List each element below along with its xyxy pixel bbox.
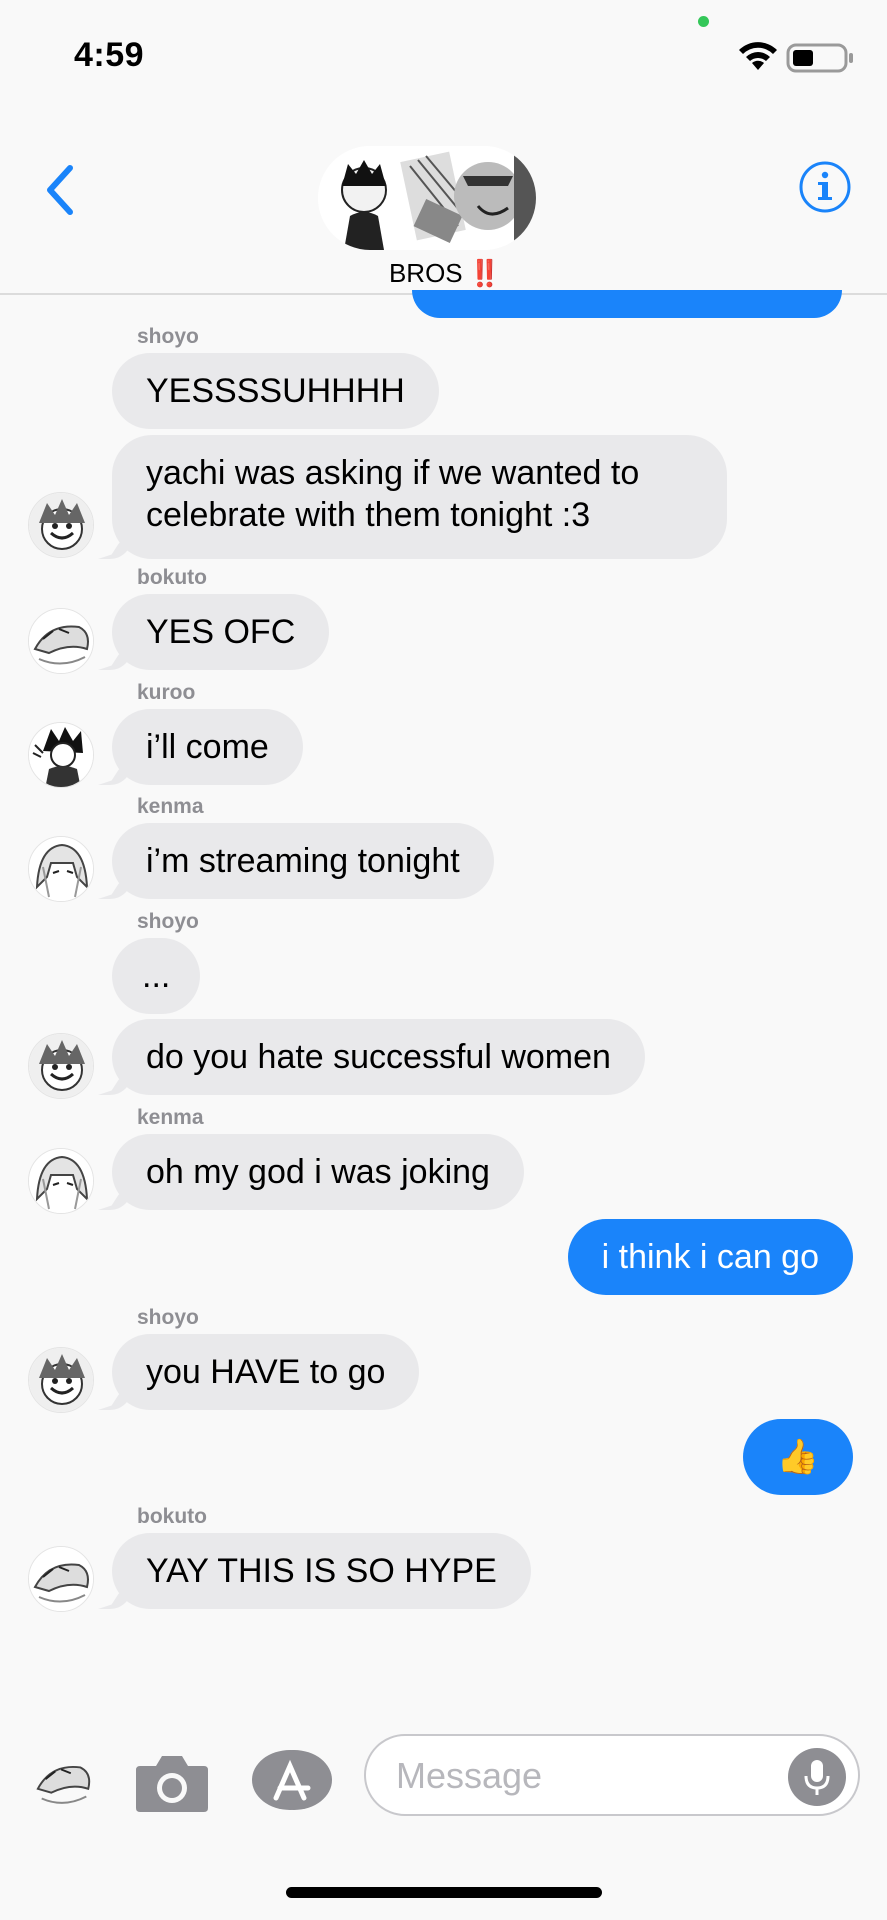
incoming-message-bubble[interactable]: ...	[112, 938, 201, 1014]
group-name-text: BROS	[388, 258, 463, 288]
shoyo-avatar[interactable]	[28, 492, 94, 558]
incoming-message-bubble[interactable]: YAY THIS IS SO HYPE	[112, 1533, 531, 1609]
incoming-message-bubble[interactable]: you HAVE to go	[112, 1334, 420, 1410]
sender-label: kenma	[137, 795, 204, 818]
home-indicator[interactable]	[286, 1887, 602, 1898]
status-bar: 4:59	[0, 0, 887, 110]
battery-icon	[786, 43, 853, 73]
sender-label: kuroo	[137, 681, 196, 704]
message-input[interactable]	[396, 1754, 776, 1798]
camera-icon[interactable]	[134, 1750, 210, 1814]
message-input-field[interactable]	[364, 1734, 860, 1816]
incoming-message-bubble[interactable]: YESSSSUHHHH	[112, 353, 439, 429]
shoyo-avatar[interactable]	[28, 1033, 94, 1099]
info-icon[interactable]	[798, 160, 852, 214]
group-name[interactable]: BROS ‼️	[0, 258, 887, 289]
outgoing-message-bubble[interactable]: i think i can go	[567, 1219, 853, 1295]
group-avatar-image	[318, 146, 536, 250]
partial-outgoing-bubble	[412, 290, 842, 318]
conversation-header: BROS ‼️	[0, 110, 887, 295]
back-chevron-icon[interactable]	[40, 160, 80, 220]
incoming-message-bubble[interactable]: i’ll come	[112, 709, 303, 785]
sender-label: bokuto	[137, 1505, 207, 1528]
sender-label: shoyo	[137, 325, 199, 348]
sender-label: kenma	[137, 1106, 204, 1129]
kuroo-avatar[interactable]	[28, 722, 94, 788]
memoji-avatar-button[interactable]	[32, 1750, 96, 1814]
incoming-message-bubble[interactable]: oh my god i was joking	[112, 1134, 524, 1210]
wifi-icon	[739, 42, 777, 70]
incoming-message-bubble[interactable]: do you hate successful women	[112, 1019, 645, 1095]
sender-label: shoyo	[137, 910, 199, 933]
app-store-icon[interactable]	[252, 1748, 334, 1812]
shoyo-avatar[interactable]	[28, 1347, 94, 1413]
group-avatar[interactable]	[318, 146, 536, 250]
kenma-avatar[interactable]	[28, 836, 94, 902]
double-exclamation-emoji: ‼️	[468, 258, 501, 288]
sender-label: bokuto	[137, 566, 207, 589]
bokuto-avatar[interactable]	[28, 608, 94, 674]
incoming-message-bubble[interactable]: yachi was asking if we wanted to celebra…	[112, 435, 727, 559]
sender-label: shoyo	[137, 1306, 199, 1329]
message-text-line: celebrate with them tonight :3	[146, 496, 591, 534]
incoming-message-bubble[interactable]: YES OFC	[112, 594, 330, 670]
outgoing-message-bubble[interactable]: 👍	[742, 1419, 853, 1495]
kenma-avatar[interactable]	[28, 1148, 94, 1214]
incoming-message-bubble[interactable]: i’m streaming tonight	[112, 823, 494, 899]
status-time: 4:59	[74, 36, 145, 74]
message-text-line: yachi was asking if we wanted to	[146, 454, 640, 492]
bokuto-avatar[interactable]	[28, 1546, 94, 1612]
camera-in-use-indicator	[698, 16, 709, 27]
microphone-icon[interactable]	[788, 1748, 846, 1806]
